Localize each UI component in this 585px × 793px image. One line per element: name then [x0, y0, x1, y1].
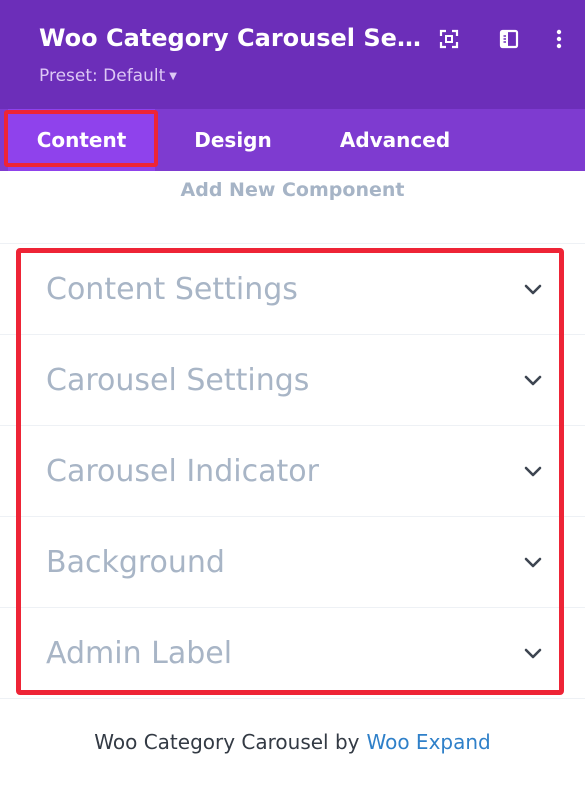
toggle-label: Background [46, 545, 225, 580]
toggle-content-settings[interactable]: Content Settings [0, 244, 585, 335]
credit-text: Woo Category Carousel by [94, 730, 360, 754]
caret-down-icon: ▼ [169, 71, 177, 82]
toggle-carousel-settings[interactable]: Carousel Settings [0, 335, 585, 426]
tab-design[interactable]: Design [170, 109, 296, 171]
expand-icon[interactable] [438, 28, 460, 50]
tab-content[interactable]: Content [8, 109, 155, 171]
settings-toggle-list: Content Settings Carousel Settings Carou… [0, 244, 585, 699]
add-new-component-button[interactable]: Add New Component [0, 172, 585, 208]
toggle-background[interactable]: Background [0, 517, 585, 608]
preset-label: Preset: Default [39, 66, 166, 86]
module-title: Woo Category Carousel Set... [39, 24, 429, 52]
preset-selector[interactable]: Preset: Default ▼ [39, 66, 177, 86]
tab-advanced[interactable]: Advanced [320, 109, 470, 171]
settings-header: Woo Category Carousel Set... Preset: Def… [0, 0, 585, 109]
sidebar-layout-icon[interactable] [498, 28, 520, 50]
toggle-label: Content Settings [46, 272, 298, 307]
toggle-label: Admin Label [46, 636, 233, 671]
chevron-down-icon[interactable] [522, 279, 544, 301]
more-options-icon[interactable] [548, 28, 570, 50]
woo-expand-link[interactable]: Woo Expand [367, 730, 491, 754]
module-credit: Woo Category Carousel by Woo Expand [0, 725, 585, 759]
chevron-down-icon[interactable] [522, 552, 544, 574]
settings-tabs: Content Design Advanced [0, 109, 585, 171]
toggle-carousel-indicator[interactable]: Carousel Indicator [0, 426, 585, 517]
chevron-down-icon[interactable] [522, 370, 544, 392]
toggle-label: Carousel Settings [46, 363, 310, 398]
toggle-admin-label[interactable]: Admin Label [0, 608, 585, 699]
chevron-down-icon[interactable] [522, 643, 544, 665]
chevron-down-icon[interactable] [522, 461, 544, 483]
toggle-label: Carousel Indicator [46, 454, 319, 489]
